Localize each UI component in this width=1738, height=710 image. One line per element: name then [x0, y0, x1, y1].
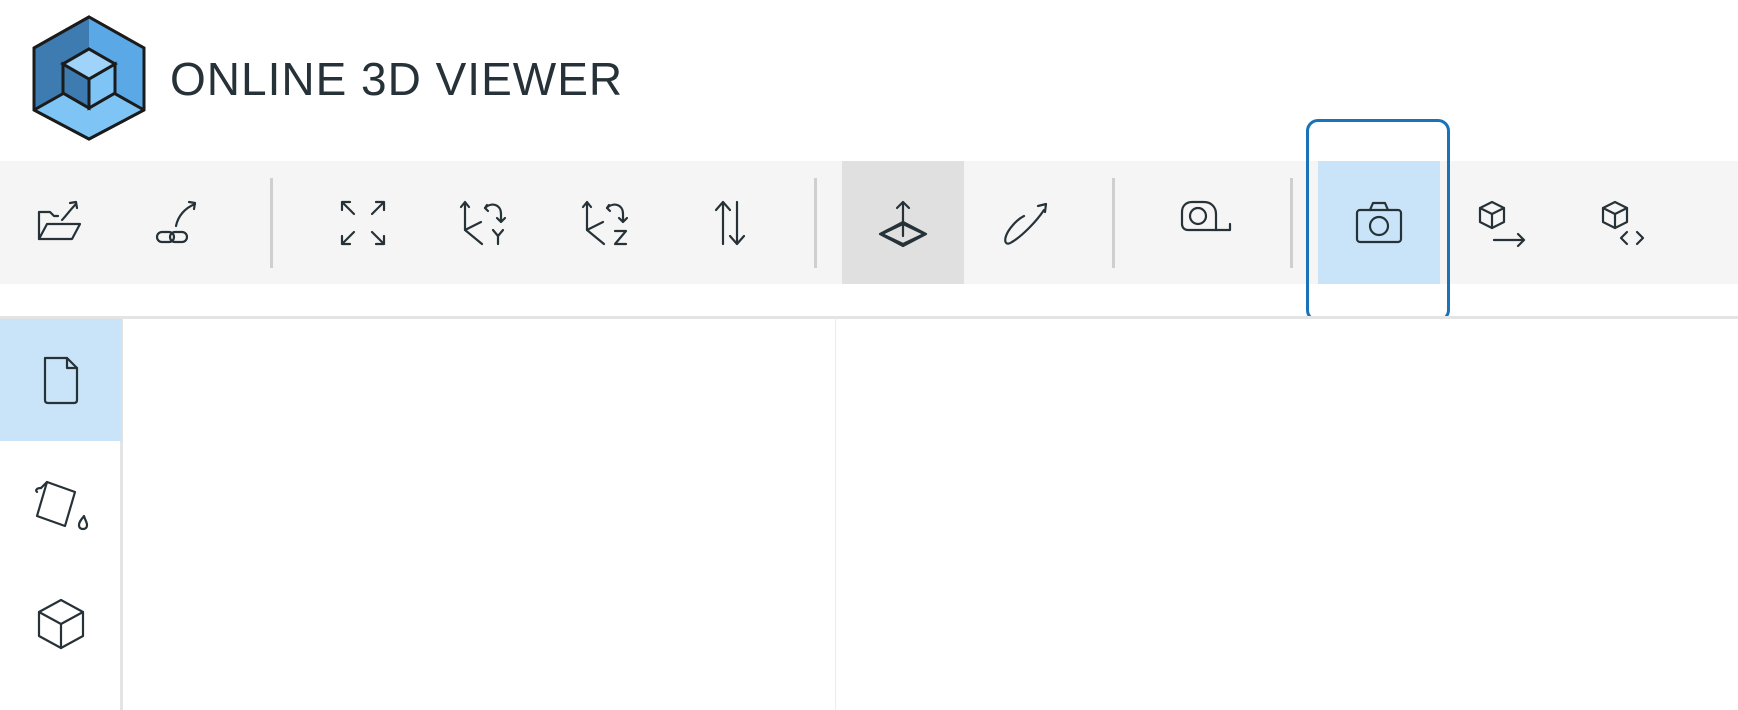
- export-button[interactable]: [1440, 161, 1562, 284]
- o3dv-cube-logo-icon[interactable]: [32, 15, 146, 141]
- free-orbit-button[interactable]: [966, 161, 1088, 284]
- nav-files-button[interactable]: [0, 319, 122, 441]
- app-header: ONLINE 3D VIEWER: [0, 0, 1738, 161]
- link-upload-icon: [155, 200, 197, 243]
- free-orbit-icon: [1004, 202, 1048, 245]
- fixed-up-vector-icon: [878, 200, 928, 247]
- measure-button[interactable]: [1144, 161, 1266, 284]
- z-up-button[interactable]: [545, 161, 667, 284]
- y-up-button[interactable]: [423, 161, 545, 284]
- paint-bucket-icon: [35, 480, 89, 531]
- camera-icon: [1355, 201, 1403, 243]
- nav-materials-button[interactable]: [0, 441, 122, 563]
- snapshot-button[interactable]: [1318, 161, 1440, 284]
- fixed-up-button[interactable]: [842, 161, 964, 284]
- toolbar-separator: [814, 178, 817, 268]
- 3d-viewport-canvas[interactable]: [837, 319, 1738, 710]
- tape-measure-icon: [1180, 200, 1232, 231]
- export-model-icon: [1478, 200, 1526, 247]
- main-toolbar: [0, 161, 1738, 284]
- file-icon: [43, 356, 79, 405]
- flip-up-button[interactable]: [669, 161, 791, 284]
- toolbar-separator: [1112, 178, 1115, 268]
- y-axis-up-icon: [459, 200, 507, 245]
- nav-meshes-button[interactable]: [0, 563, 122, 685]
- toolbar-separator: [1290, 178, 1293, 268]
- share-button[interactable]: [1563, 161, 1685, 284]
- toolbar-separator: [270, 178, 273, 268]
- fit-window-icon: [340, 200, 386, 245]
- open-url-button[interactable]: [117, 161, 239, 284]
- open-files-button[interactable]: [2, 161, 124, 284]
- open-folder-icon: [37, 200, 82, 240]
- cube-icon: [37, 598, 85, 650]
- left-navigation: [0, 319, 123, 710]
- embed-model-icon: [1601, 200, 1645, 245]
- side-panel: [126, 319, 836, 710]
- z-axis-up-icon: [581, 200, 629, 245]
- fit-window-button[interactable]: [302, 161, 424, 284]
- app-title: ONLINE 3D VIEWER: [170, 53, 624, 105]
- flip-up-vector-icon: [714, 200, 746, 245]
